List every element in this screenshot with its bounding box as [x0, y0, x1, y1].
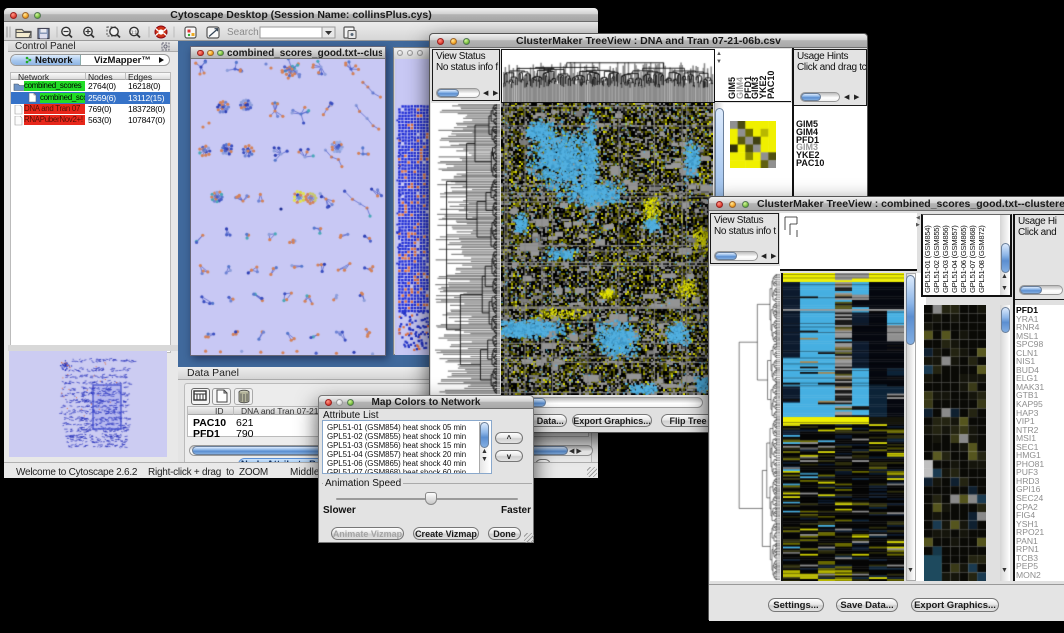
svg-text:Search:: Search: — [227, 27, 261, 38]
svg-text:1:1: 1:1 — [131, 30, 138, 35]
